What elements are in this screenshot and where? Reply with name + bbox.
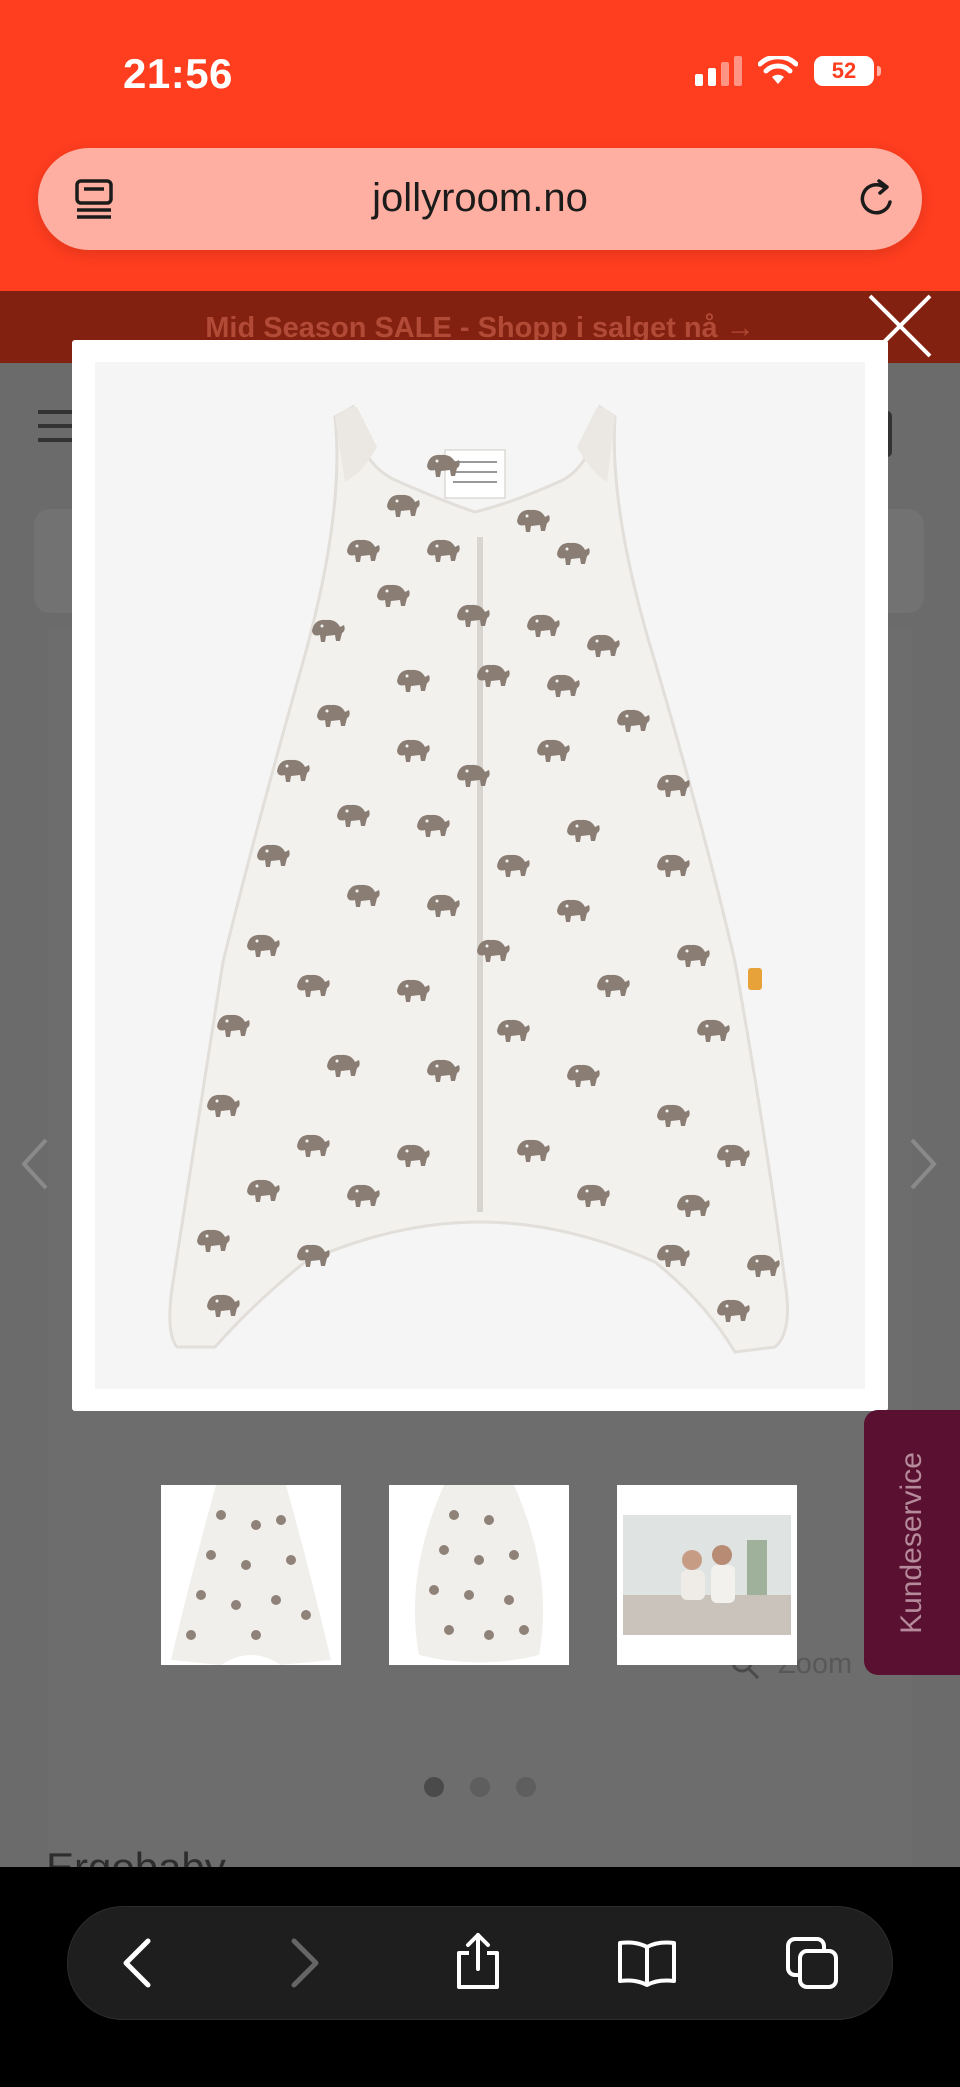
carousel-dot[interactable]: [424, 1777, 444, 1797]
url-text[interactable]: jollyroom.no: [38, 176, 922, 221]
image-lightbox: [72, 340, 888, 1411]
browser-toolbar: [67, 1906, 893, 2020]
carousel-dot[interactable]: [516, 1777, 536, 1797]
thumbnail-image: [617, 1485, 797, 1665]
thumbnail-sleep-suit-front[interactable]: [161, 1485, 341, 1665]
close-icon[interactable]: [864, 290, 936, 362]
product-image: [95, 362, 865, 1389]
reload-icon[interactable]: [854, 176, 900, 222]
sleep-suit-illustration: [168, 404, 789, 1354]
wifi-icon: [758, 56, 798, 84]
battery-indicator: 52: [814, 56, 881, 86]
back-icon[interactable]: [118, 1937, 158, 1989]
bookmarks-icon[interactable]: [616, 1939, 678, 1987]
status-icons: 52: [695, 56, 881, 86]
cellular-signal-icon: [695, 56, 742, 86]
browser-top-bar: 21:56 52 jollyroom.no: [0, 0, 960, 291]
next-image-icon[interactable]: [908, 1136, 938, 1192]
thumbnail-sleep-bag-front[interactable]: [389, 1485, 569, 1665]
address-bar[interactable]: jollyroom.no: [38, 148, 922, 250]
thumbnail-lifestyle-photo[interactable]: [617, 1485, 797, 1665]
thumbnail-image: [414, 1485, 544, 1663]
thumbnail-image: [171, 1485, 331, 1665]
forward-icon[interactable]: [284, 1937, 324, 1989]
tabs-icon[interactable]: [784, 1935, 840, 1991]
customer-service-tab[interactable]: Kundeservice: [864, 1410, 960, 1675]
carousel-dots: [0, 1777, 960, 1797]
brand-name[interactable]: Ergobaby: [46, 1844, 226, 1867]
browser-bottom-bar: [0, 1867, 960, 2087]
status-time: 21:56: [123, 50, 233, 97]
customer-service-label[interactable]: Kundeservice: [895, 1452, 929, 1634]
share-icon[interactable]: [453, 1931, 503, 1991]
previous-image-icon[interactable]: [20, 1136, 50, 1192]
carousel-dot[interactable]: [470, 1777, 490, 1797]
thumbnail-strip: [161, 1485, 797, 1665]
